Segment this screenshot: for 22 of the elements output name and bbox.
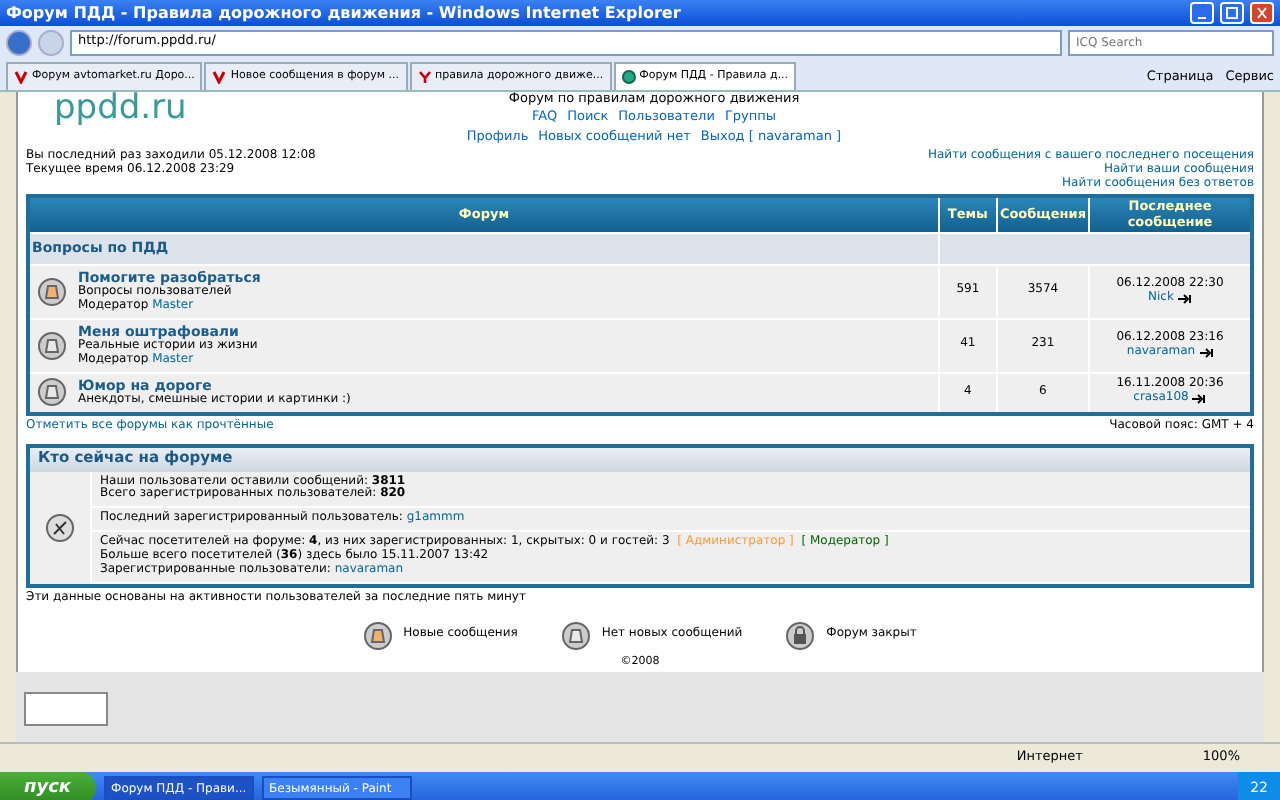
maximize-button[interactable] — [1220, 2, 1244, 24]
start-button[interactable]: пуск — [0, 772, 96, 800]
forum-icon — [561, 621, 590, 650]
arrow-icon[interactable] — [1192, 394, 1207, 405]
window-title: Форум ПДД - Правила дорожного движения - Windows Internet Explorer — [6, 3, 681, 23]
forum-icon — [38, 277, 66, 306]
users-icon — [46, 513, 74, 542]
v-logo-icon — [212, 70, 227, 84]
forum-icon — [38, 331, 66, 360]
arrow-icon[interactable] — [1199, 347, 1214, 358]
minimize-button[interactable] — [1190, 2, 1214, 24]
back-button[interactable] — [6, 29, 32, 55]
y-logo-icon — [417, 70, 432, 84]
close-button[interactable] — [1250, 2, 1274, 24]
forum-icon — [38, 378, 66, 407]
site-logo: ppdd.ru — [54, 92, 189, 124]
v-logo-icon — [14, 70, 28, 84]
arrow-icon[interactable] — [1177, 293, 1192, 304]
forum-icon — [363, 621, 392, 650]
globe-icon — [621, 70, 636, 84]
padlock-icon — [786, 621, 815, 650]
thumbnail-icon — [24, 692, 108, 726]
